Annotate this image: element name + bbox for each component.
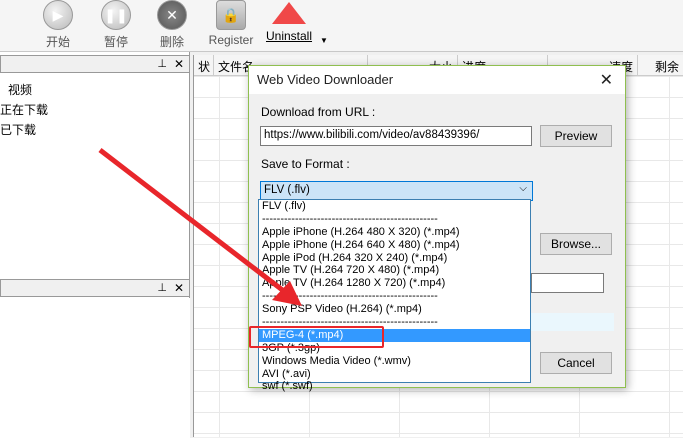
annotation-arrow bbox=[98, 148, 302, 306]
arrow-shaft bbox=[98, 148, 287, 294]
